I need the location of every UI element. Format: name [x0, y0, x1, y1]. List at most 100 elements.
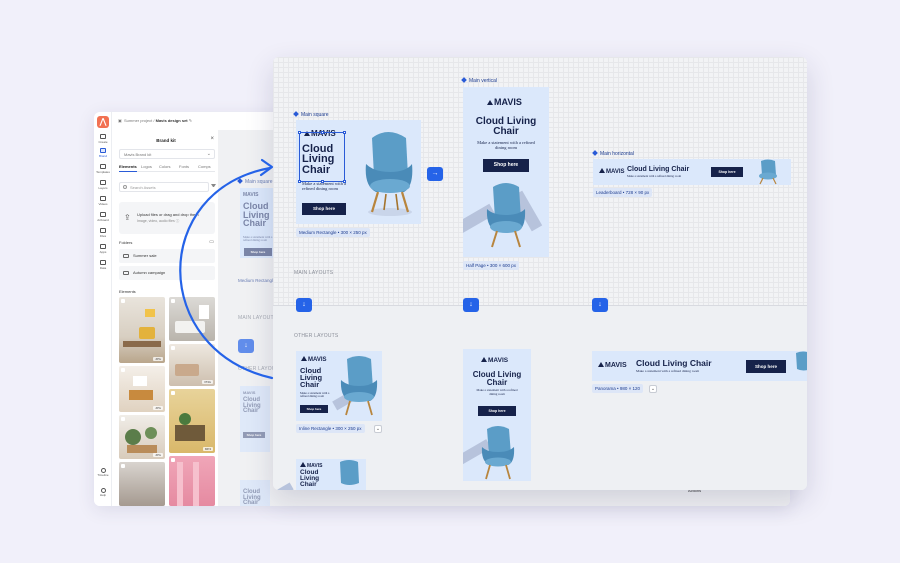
asset-thumb[interactable]: JPG	[119, 366, 165, 412]
brand-logo: MAVIS	[487, 97, 522, 107]
asset-thumb[interactable]: JPG	[119, 297, 165, 363]
ad-small-square[interactable]: MAVIS Cloud Living Chair	[296, 459, 366, 490]
chevron-down-icon: ⌄	[206, 151, 211, 157]
ad-title: Cloud Living Chair	[636, 358, 712, 368]
size-pill-panorama[interactable]: Panorama • 980 × 120	[592, 384, 643, 393]
main-layouts-heading: MAIN LAYOUTS	[294, 270, 334, 276]
frame-label-back: Main square	[237, 178, 273, 185]
checkbox[interactable]	[121, 464, 125, 468]
edit-icon[interactable]: ✎	[189, 118, 192, 123]
app-logo-icon[interactable]: ⋀	[97, 116, 109, 128]
rail-help[interactable]: Help	[94, 488, 112, 497]
resize-handle[interactable]	[321, 131, 324, 134]
ad-back-small[interactable]: Cloud Living Chair	[240, 480, 270, 506]
upload-dropzone[interactable]: ⇪ Upload files or drag and drop them Ima…	[119, 202, 215, 234]
tab-logos[interactable]: Logos	[141, 164, 152, 169]
chevron-down-icon[interactable]: ⌄	[374, 425, 382, 433]
new-folder-icon[interactable]: ▭	[209, 239, 214, 245]
rail-templates[interactable]: Templates	[94, 164, 112, 174]
ad-desc: Make a statement with a refined dining r…	[636, 369, 700, 373]
left-rail: ⋀ Create Brand Templates Layers Videos A…	[94, 112, 112, 506]
resize-handle[interactable]	[298, 131, 301, 134]
frame-label-main-vertical[interactable]: Main vertical	[461, 77, 497, 84]
asset-thumb[interactable]: MP4	[169, 389, 215, 453]
sidebar-toggle-icon[interactable]: ▣	[118, 118, 122, 123]
data-icon	[100, 260, 106, 265]
size-pill-leaderboard[interactable]: Leaderboard • 728 × 90 px	[593, 188, 653, 197]
ad-skyscraper[interactable]: MAVIS Cloud Living Chair Make a statemen…	[463, 349, 531, 481]
close-icon[interactable]: ×	[210, 136, 214, 142]
ad-title: Cloud Living Chair	[300, 366, 323, 390]
folder-item[interactable]: Summer sale	[119, 249, 215, 263]
apps-icon	[100, 244, 106, 249]
arrow-down-button[interactable]: ↓	[592, 298, 608, 312]
arrow-down-button[interactable]: ↓	[463, 298, 479, 312]
elements-label: Elements	[119, 289, 136, 294]
panel-tabs: Elements Logos Colors Fonts Comps	[119, 164, 215, 172]
add-layout-button-back[interactable]: ↓	[238, 339, 254, 353]
diamond-icon	[293, 111, 299, 117]
resize-handle[interactable]	[298, 180, 301, 183]
ad-back-inline[interactable]: MAVIS Cloud Living Chair Shop here	[240, 386, 270, 452]
diamond-icon	[461, 77, 467, 83]
rail-apps[interactable]: Apps	[94, 244, 112, 254]
asset-thumb[interactable]	[169, 297, 215, 341]
arrow-down-button[interactable]: ↓	[296, 298, 312, 312]
resize-handle[interactable]	[343, 180, 346, 183]
ad-inline-rectangle[interactable]: MAVIS Cloud Living Chair Make a statemen…	[296, 351, 382, 421]
arrow-right-button[interactable]: →	[427, 167, 443, 181]
rail-files[interactable]: Files	[94, 228, 112, 238]
video-icon	[100, 196, 106, 201]
rail-layers[interactable]: Layers	[94, 180, 112, 190]
rail-create[interactable]: Create	[94, 134, 112, 144]
ad-half-page[interactable]: MAVIS Cloud Living Chair Make a statemen…	[463, 87, 549, 257]
other-layouts-heading: OTHER LAYOUTS	[294, 333, 339, 339]
upload-icon: ⇪	[124, 213, 131, 222]
resize-handle[interactable]	[343, 131, 346, 134]
ad-panorama[interactable]: MAVIS Cloud Living Chair Make a statemen…	[592, 351, 807, 381]
rail-brand[interactable]: Brand	[94, 148, 112, 158]
search-input[interactable]: Search Assets	[119, 182, 209, 192]
chair-illustration	[340, 356, 378, 416]
ad-leaderboard[interactable]: MAVIS Cloud Living Chair Make a statemen…	[593, 159, 791, 185]
rail-data[interactable]: Data	[94, 260, 112, 270]
asset-thumb[interactable]: PNG	[169, 344, 215, 386]
artboard-icon	[100, 212, 106, 217]
asset-thumb[interactable]: JPG	[119, 415, 165, 459]
ad-cta-button: Shop here	[300, 405, 328, 413]
size-label-back: Medium Rectangle	[238, 278, 276, 283]
folders-label: Folders	[119, 240, 133, 245]
breadcrumb-project[interactable]: Summer project	[124, 118, 152, 123]
ad-title: Cloud Living Chair	[475, 116, 537, 137]
folder-item[interactable]: Autumn campaign	[119, 266, 215, 280]
resize-handle[interactable]	[321, 180, 324, 183]
filter-icon[interactable]	[211, 184, 216, 189]
brand-kit-select[interactable]: Mavis Brand kit ⌄	[119, 149, 215, 159]
size-pill-inline-rectangle[interactable]: Inline Rectangle • 300 × 250 px	[296, 424, 365, 433]
asset-thumb[interactable]	[169, 456, 215, 506]
plus-icon	[100, 134, 106, 139]
rail-artboard[interactable]: Artboard	[94, 212, 112, 222]
tab-fonts[interactable]: Fonts	[179, 164, 189, 169]
tab-comps[interactable]: Comps	[198, 164, 211, 169]
ad-desc: Make a statement with a refined dining r…	[300, 391, 330, 399]
ad-title: Cloud Living Chair	[472, 370, 522, 387]
breadcrumb-file[interactable]: Mavis design set	[156, 118, 188, 123]
size-pill-half-page[interactable]: Half Page • 300 × 600 px	[463, 261, 519, 270]
ad-desc: Make a statement with a refined dining r…	[627, 174, 682, 178]
search-icon	[123, 185, 127, 189]
rail-timeline[interactable]: Timeline	[94, 468, 112, 477]
tab-elements[interactable]: Elements	[119, 164, 137, 172]
chair-illustration	[759, 159, 777, 185]
rail-videos[interactable]: Videos	[94, 196, 112, 206]
tab-colors[interactable]: Colors	[159, 164, 171, 169]
selection-box[interactable]	[298, 131, 346, 183]
asset-thumb[interactable]	[119, 462, 165, 506]
layouts-canvas-window: Main square MAVIS Cloud Living Chair Mak…	[273, 57, 807, 490]
frame-label-main-horizontal[interactable]: Main horizontal	[592, 150, 634, 157]
ad-title: Cloud Living Chair	[627, 166, 690, 173]
folder-icon	[123, 271, 129, 275]
size-pill-medium-rectangle[interactable]: Medium Rectangle • 300 × 250 px	[296, 228, 370, 237]
chevron-down-icon[interactable]: ⌄	[649, 385, 657, 393]
frame-label-main-square[interactable]: Main square	[293, 111, 329, 118]
